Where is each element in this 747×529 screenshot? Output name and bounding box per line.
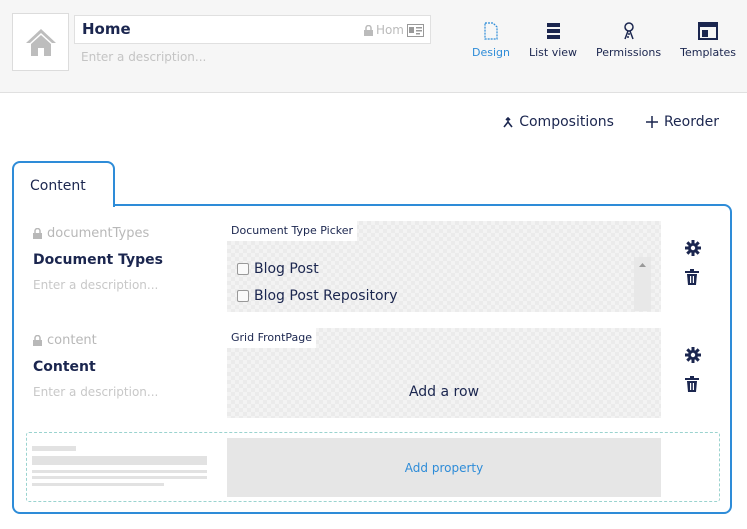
property-description[interactable]: Enter a description... — [33, 385, 158, 399]
editor-name: Grid FrontPage — [227, 328, 317, 348]
add-property-button[interactable]: Add property — [227, 438, 661, 497]
property-label[interactable]: Document Types — [33, 252, 163, 268]
checkbox-label: Blog Post — [254, 261, 319, 277]
nav-templates[interactable]: Templates — [680, 22, 736, 59]
checkbox[interactable] — [237, 263, 249, 275]
placeholder-line — [32, 456, 207, 465]
tab-content-label: Content — [30, 178, 86, 194]
nav-design-label: Design — [472, 46, 510, 59]
add-row-label: Add a row — [408, 384, 480, 400]
property-editor-preview[interactable]: Document Type Picker Blog Post Blog Post… — [227, 221, 661, 312]
checkbox[interactable] — [237, 290, 249, 302]
key-icon — [623, 22, 634, 40]
home-icon — [25, 29, 56, 56]
alias-field[interactable]: Hom — [363, 23, 424, 37]
property-actions — [685, 347, 701, 392]
placeholder-line — [32, 446, 76, 451]
property-editor-preview[interactable]: Grid FrontPage Add a row — [227, 328, 661, 418]
nav-list-view-label: List view — [528, 46, 578, 59]
add-property-label: Add property — [404, 460, 484, 475]
property-alias-value: content — [47, 333, 97, 348]
property-actions — [685, 240, 701, 285]
layout-icon — [698, 22, 719, 40]
gear-icon[interactable] — [685, 347, 701, 363]
alias-value: Hom — [375, 23, 404, 37]
checkbox-option[interactable]: Blog Post — [237, 261, 319, 277]
design-toolbar: Compositions Reorder — [503, 114, 719, 130]
lock-icon — [363, 24, 373, 36]
nav-permissions[interactable]: Permissions — [596, 22, 661, 59]
lock-icon — [33, 228, 42, 239]
document-icon — [484, 22, 498, 40]
placeholder-line — [32, 476, 207, 479]
placeholder-line — [32, 483, 164, 486]
editor-name: Document Type Picker — [227, 221, 358, 241]
lock-icon — [33, 335, 42, 346]
property-label[interactable]: Content — [33, 359, 96, 375]
property-alias-value: documentTypes — [47, 226, 150, 241]
scroll-up-icon — [639, 263, 646, 267]
compositions-label: Compositions — [519, 114, 614, 130]
checkbox-label: Blog Post Repository — [254, 288, 398, 304]
add-property-area[interactable]: Add property — [26, 432, 720, 502]
compositions-button[interactable]: Compositions — [503, 114, 614, 130]
description-input[interactable]: Enter a description... — [81, 50, 206, 64]
scrollbar[interactable] — [634, 257, 651, 311]
merge-icon — [503, 116, 513, 127]
nav-list-view[interactable]: List view — [529, 22, 577, 59]
trash-icon[interactable] — [685, 269, 699, 285]
list-icon — [546, 23, 560, 39]
nav-templates-label: Templates — [680, 46, 737, 59]
trash-icon[interactable] — [685, 376, 699, 392]
editor-sub-nav: Design List view Permissions Templates — [472, 22, 736, 59]
content-type-header: Home Hom Enter a description... Design L… — [0, 0, 747, 93]
nav-design[interactable]: Design — [472, 22, 510, 59]
tab-content[interactable]: Content — [12, 161, 115, 207]
property-group: documentTypes Document Types Enter a des… — [12, 204, 732, 514]
content-type-icon-picker[interactable] — [12, 13, 69, 71]
name-value: Home — [82, 20, 131, 38]
reorder-button[interactable]: Reorder — [645, 114, 719, 130]
property-description[interactable]: Enter a description... — [33, 278, 158, 292]
checkbox-option[interactable]: Blog Post Repository — [237, 288, 398, 304]
move-icon — [645, 116, 658, 128]
reorder-label: Reorder — [663, 114, 719, 130]
id-card-icon — [407, 23, 424, 37]
placeholder-line — [32, 470, 207, 473]
gear-icon[interactable] — [685, 240, 701, 256]
nav-permissions-label: Permissions — [596, 46, 662, 59]
property-alias[interactable]: documentTypes — [33, 226, 149, 241]
property-alias[interactable]: content — [33, 333, 97, 348]
name-input[interactable]: Home Hom — [74, 15, 431, 44]
